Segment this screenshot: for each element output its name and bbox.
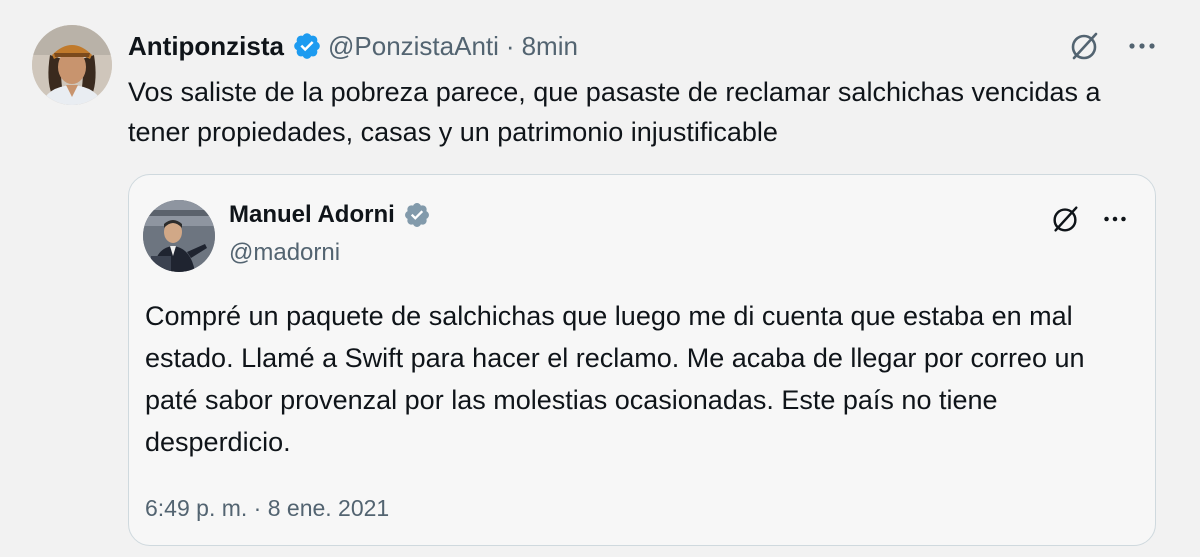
quoted-author-avatar[interactable] xyxy=(143,200,215,272)
author-name[interactable]: Antiponzista xyxy=(128,31,284,62)
quoted-tweet-date[interactable]: 6:49 p. m. · 8 ene. 2021 xyxy=(145,495,389,522)
more-options-button[interactable] xyxy=(1124,28,1160,64)
author-avatar-image xyxy=(32,25,112,105)
quoted-more-options-button[interactable] xyxy=(1097,201,1133,237)
grok-slash-circle-icon xyxy=(1053,206,1078,232)
author-avatar[interactable] xyxy=(32,25,112,105)
tweet-header: Antiponzista @PonzistaAnti · 8min xyxy=(128,26,578,66)
quoted-name-row: Manuel Adorni xyxy=(229,201,431,229)
quoted-tweet-actions xyxy=(1047,201,1133,237)
tweet-actions xyxy=(1066,28,1160,64)
quoted-author-handle[interactable]: @madorni xyxy=(229,239,340,267)
more-horizontal-icon xyxy=(1129,43,1155,49)
quoted-author-avatar-image xyxy=(143,200,215,272)
grok-button[interactable] xyxy=(1066,28,1102,64)
separator-dot: · xyxy=(505,30,515,61)
quoted-tweet-text: Compré un paquete de salchichas que lueg… xyxy=(145,301,1085,457)
government-verified-badge-icon[interactable] xyxy=(403,201,431,229)
quoted-author-name[interactable]: Manuel Adorni xyxy=(229,201,395,229)
verified-badge-icon[interactable] xyxy=(292,31,322,61)
quoted-tweet-card[interactable]: Manuel Adorni @madorni Compré un paquete… xyxy=(128,174,1156,546)
grok-slash-circle-icon xyxy=(1071,32,1098,60)
author-handle[interactable]: @PonzistaAnti xyxy=(328,31,499,62)
quoted-grok-button[interactable] xyxy=(1047,201,1083,237)
tweet-text: Vos saliste de la pobreza parece, que pa… xyxy=(128,77,1101,147)
tweet-timestamp[interactable]: 8min xyxy=(522,31,578,62)
more-horizontal-icon xyxy=(1104,216,1126,222)
